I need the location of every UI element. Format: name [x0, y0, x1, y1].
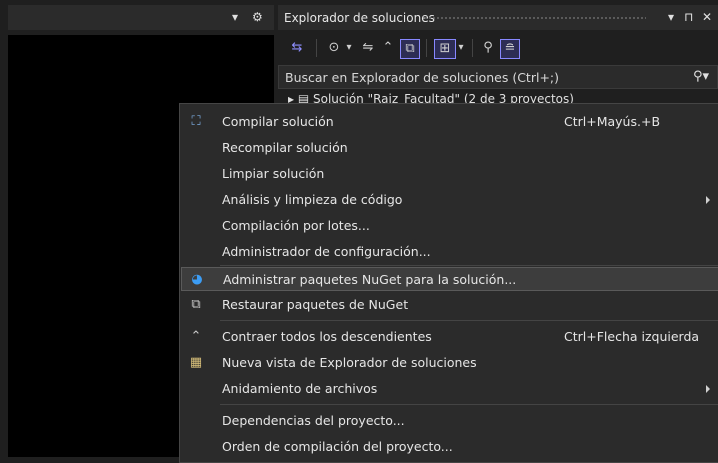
collapse-icon: ⌃: [190, 329, 202, 344]
search-placeholder: Buscar en Explorador de soluciones (Ctrl…: [285, 70, 560, 85]
menu-item-new-solution-view[interactable]: ▦ Nueva vista de Explorador de solucione…: [181, 351, 718, 375]
menu-separator: [220, 320, 718, 321]
new-view-icon: ▦: [189, 355, 203, 370]
preview-dropdown-icon[interactable]: ▾: [456, 39, 466, 57]
menu-item-shortcut: Ctrl+Flecha izquierda: [564, 329, 700, 344]
menu-item-label: Compilar solución: [222, 114, 334, 129]
left-panel-header: ▾ ⚙: [8, 5, 274, 30]
dropdown-icon[interactable]: ▾: [232, 9, 238, 25]
toolbar-separator: [316, 39, 317, 57]
properties-wrench-icon[interactable]: ⚲: [480, 39, 496, 57]
show-all-files-icon[interactable]: ⧉: [400, 39, 420, 59]
submenu-arrow-icon: [706, 385, 710, 393]
menu-item-label: Administrar paquetes NuGet para la soluc…: [223, 272, 517, 287]
menu-item-clean-solution[interactable]: Limpiar solución: [181, 162, 718, 186]
pin-icon[interactable]: ⊓: [684, 9, 693, 25]
menu-item-rebuild-solution[interactable]: Recompilar solución: [181, 136, 718, 160]
close-icon[interactable]: ✕: [702, 9, 712, 25]
menu-separator: [220, 265, 718, 266]
toolbar-separator: [426, 39, 427, 57]
menu-item-file-nesting[interactable]: Anidamiento de archivos: [181, 377, 718, 401]
menu-item-configuration-manager[interactable]: Administrador de configuración...: [181, 240, 718, 264]
menu-item-project-dependencies[interactable]: Dependencias del proyecto...: [181, 409, 718, 433]
preview-selected-icon[interactable]: ⊞: [434, 39, 456, 59]
solution-explorer-title: Explorador de soluciones: [284, 11, 435, 25]
context-menu: ⛶ Compilar solución Ctrl+Mayús.+B Recomp…: [179, 103, 718, 463]
toolbar-separator: [472, 39, 473, 57]
menu-item-compile-solution[interactable]: ⛶ Compilar solución Ctrl+Mayús.+B: [181, 110, 718, 134]
menu-item-label: Anidamiento de archivos: [222, 381, 378, 396]
menu-item-manage-nuget[interactable]: ◕ Administrar paquetes NuGet para la sol…: [181, 267, 718, 291]
gear-icon[interactable]: ⚙: [252, 9, 263, 25]
menu-item-label: Compilación por lotes...: [222, 218, 370, 233]
nuget-icon: ◕: [191, 272, 203, 287]
menu-item-label: Administrador de configuración...: [222, 244, 431, 259]
solution-explorer-titlebar: Explorador de soluciones ▾ ⊓ ✕: [278, 5, 718, 30]
submenu-arrow-icon: [706, 196, 710, 204]
menu-item-collapse-all[interactable]: ⌃ Contraer todos los descendientes Ctrl+…: [181, 325, 718, 349]
solution-explorer-toolbar: ⇆ ⊙ ▾ ⇋ ⌃ ⧉ ⊞ ▾ ⚲ ≘: [278, 30, 718, 64]
search-icon[interactable]: ⚲▾: [693, 69, 709, 84]
solution-explorer-search[interactable]: Buscar en Explorador de soluciones (Ctrl…: [278, 65, 718, 89]
menu-item-label: Restaurar paquetes de NuGet: [222, 297, 409, 312]
menu-item-batch-build[interactable]: Compilación por lotes...: [181, 214, 718, 238]
menu-item-code-analysis[interactable]: Análisis y limpieza de código: [181, 188, 718, 212]
history-icon[interactable]: ⊙: [326, 39, 342, 57]
menu-item-shortcut: Ctrl+Mayús.+B: [564, 114, 661, 129]
menu-item-restore-nuget[interactable]: ⧉ Restaurar paquetes de NuGet: [181, 293, 718, 317]
sync-icon[interactable]: ⇆: [288, 39, 306, 57]
menu-item-label: Limpiar solución: [222, 166, 325, 181]
titlebar-grip[interactable]: [424, 16, 646, 20]
menu-item-label: Nueva vista de Explorador de soluciones: [222, 355, 477, 370]
collapse-all-icon[interactable]: ⌃: [380, 39, 396, 57]
menu-item-label: Orden de compilación del proyecto...: [222, 439, 453, 454]
build-icon: ⛶: [191, 114, 201, 129]
window-dropdown-icon[interactable]: ▾: [668, 9, 674, 25]
menu-item-project-build-order[interactable]: Orden de compilación del proyecto...: [181, 435, 718, 459]
menu-item-label: Contraer todos los descendientes: [222, 329, 432, 344]
switch-views-icon[interactable]: ⇋: [360, 39, 376, 57]
history-dropdown-icon[interactable]: ▾: [344, 39, 354, 57]
menu-item-label: Dependencias del proyecto...: [222, 413, 405, 428]
pending-changes-icon[interactable]: ≘: [500, 39, 520, 59]
menu-item-label: Análisis y limpieza de código: [222, 192, 403, 207]
restore-packages-icon: ⧉: [191, 297, 201, 312]
menu-item-label: Recompilar solución: [222, 140, 348, 155]
menu-separator: [220, 404, 718, 405]
